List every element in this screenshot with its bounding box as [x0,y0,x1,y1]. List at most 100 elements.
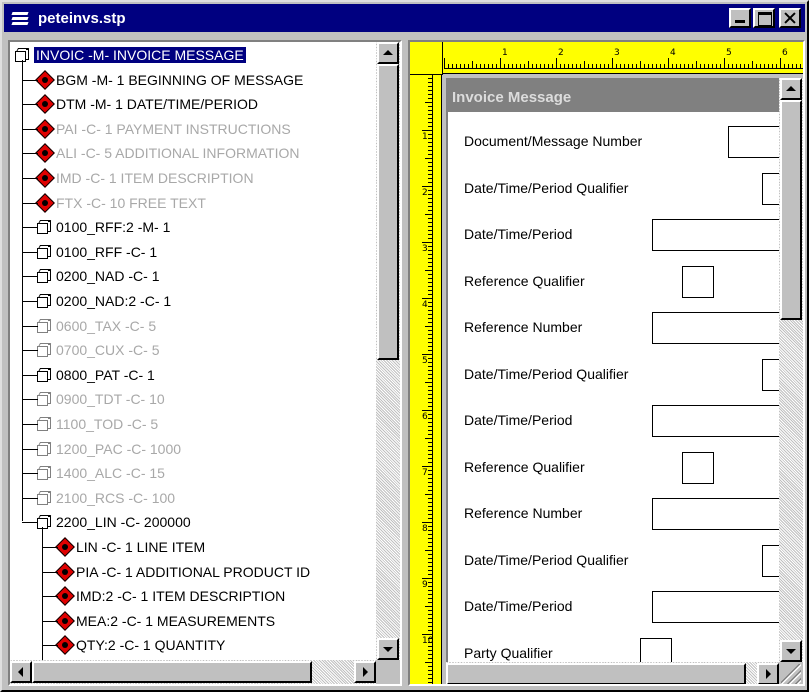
down-arrow-icon [383,647,393,652]
maximize-button[interactable] [753,8,775,28]
field-label: Date/Time/Period Qualifier [464,179,629,196]
group-icon [36,293,52,309]
segment-icon [55,561,75,582]
tree-item-label: 1100_TOD -C- 5 [56,416,159,432]
ruler-number: 4 [422,300,428,310]
tree-item[interactable]: QTY:2 -C- 1 QUANTITY [55,633,225,657]
ruler-number: 9 [422,580,428,590]
ruler-number: 4 [670,48,676,58]
tree-item[interactable]: IMD:2 -C- 1 ITEM DESCRIPTION [55,584,285,608]
scroll-up-button[interactable] [377,42,399,64]
main-window: peteinvs.stp INVOIC -M- INVOICE MESSAGE B… [0,0,809,692]
right-arrow-icon [766,669,771,679]
field-input[interactable] [652,312,792,344]
segment-icon [35,143,55,164]
tree-vertical-scrollbar[interactable] [376,42,400,660]
field-input[interactable] [682,451,714,484]
ruler-number: 7 [422,468,428,478]
segment-icon [55,586,75,607]
ruler-number: 5 [726,48,732,58]
right-arrow-icon [363,667,368,677]
tree-item-label: 0900_TDT -C- 10 [56,391,165,408]
tree-item-label: LIN -C- 1 LINE ITEM [76,539,206,555]
segment-icon [55,537,75,557]
tree-horizontal-scrollbar[interactable] [10,660,376,684]
form-scroll-thumb[interactable] [780,100,802,320]
up-arrow-icon [383,50,393,55]
ruler-number: 3 [422,244,428,254]
size-grip[interactable] [779,662,803,684]
left-arrow-icon [18,667,23,677]
tree-item-label: INVOIC -M- INVOICE MESSAGE [34,47,246,63]
tree-item-label: ALI -C- 5 ADDITIONAL INFORMATION [56,145,300,162]
open-group-icon [36,514,52,530]
tree-item[interactable]: PIA -C- 1 ADDITIONAL PRODUCT ID [55,560,310,584]
ruler-number: 2 [422,188,428,198]
form-vertical-scrollbar[interactable] [779,78,803,662]
h-scroll-thumb[interactable] [32,661,312,683]
tree-item[interactable]: INVOIC -M- INVOICE MESSAGE [14,43,246,67]
tree-item[interactable]: PAI -C- 1 PAYMENT INSTRUCTIONS [35,117,291,141]
minimize-button[interactable] [729,8,751,28]
tree-item[interactable]: 2200_LIN -C- 200000 [36,510,191,534]
tree-item[interactable]: FTX -C- 10 FREE TEXT [35,191,206,215]
title-bar[interactable]: peteinvs.stp [4,4,805,32]
segment-icon [35,69,55,90]
tree-item-label: MEA:2 -C- 1 MEASUREMENTS [76,612,276,629]
app-icon[interactable] [10,9,32,27]
form-canvas: Invoice Message Document/Message Number D… [446,78,803,684]
form-title: Invoice Message [446,84,786,110]
tree-item[interactable]: 1100_TOD -C- 5 [36,412,158,436]
tree-item[interactable]: 2100_RCS -C- 100 [36,486,175,510]
close-button[interactable] [779,8,801,28]
tree-item-label: 0200_NAD:2 -C- 1 [56,293,172,309]
tree-item[interactable]: 0900_TDT -C- 10 [36,387,165,411]
field-input[interactable] [652,591,792,623]
tree-item[interactable]: 0100_RFF:2 -M- 1 [36,215,170,239]
tree-item[interactable]: ALI -C- 5 ADDITIONAL INFORMATION [35,141,300,165]
ruler-number: 2 [558,48,564,58]
tree-item[interactable]: 0200_NAD:2 -C- 1 [36,289,171,313]
field-input[interactable] [652,219,792,251]
tree-item[interactable]: 0200_NAD -C- 1 [36,264,160,288]
tree-item[interactable]: DTM -M- 1 DATE/TIME/PERIOD [35,92,258,116]
group-icon [36,342,52,358]
field-input[interactable] [682,265,714,298]
tree-item-label: 0200_NAD -C- 1 [56,268,160,285]
group-icon [36,391,52,407]
form-scroll-up-button[interactable] [780,78,802,100]
ruler-number: 10 [422,636,434,646]
ruler-number: 5 [422,356,428,366]
field-label: Reference Number [464,505,583,521]
scroll-down-button[interactable] [377,638,399,660]
down-arrow-icon [786,649,796,654]
field-label: Reference Qualifier [464,272,585,289]
tree-item[interactable]: BGM -M- 1 BEGINNING OF MESSAGE [35,68,303,92]
tree-item[interactable]: LIN -C- 1 LINE ITEM [55,535,206,559]
tree-item[interactable]: 1400_ALC -C- 15 [36,461,165,485]
tree-item-label: 0800_PAT -C- 1 [56,366,155,383]
tree-item[interactable]: IMD -C- 1 ITEM DESCRIPTION [35,166,254,190]
field-label: Date/Time/Period Qualifier [464,551,629,568]
tree-item[interactable]: 0100_RFF -C- 1 [36,240,157,264]
tree-item[interactable]: 0700_CUX -C- 5 [36,338,160,362]
form-scroll-down-button[interactable] [780,640,802,662]
form-scroll-right-button[interactable] [757,663,779,684]
tree-item-label: FTX -C- 10 FREE TEXT [56,194,206,211]
scroll-left-button[interactable] [10,661,32,683]
segment-icon [55,610,75,631]
tree-item[interactable]: 0600_TAX -C- 5 [36,314,156,338]
tree-item[interactable]: MEA:2 -C- 1 MEASUREMENTS [55,609,276,633]
ruler-number: 6 [782,48,788,58]
field-input[interactable] [652,498,792,530]
tree-item[interactable]: 1200_PAC -C- 1000 [36,437,181,461]
form-horizontal-scrollbar[interactable] [446,662,779,684]
scroll-right-button[interactable] [354,661,376,683]
resize-grip-icon [781,664,801,684]
group-icon [36,367,52,383]
field-input[interactable] [652,405,792,437]
tree-item[interactable]: 0800_PAT -C- 1 [36,363,155,387]
field-label: Reference Number [464,319,583,335]
form-h-scroll-thumb[interactable] [446,663,746,684]
scroll-thumb[interactable] [377,64,399,360]
